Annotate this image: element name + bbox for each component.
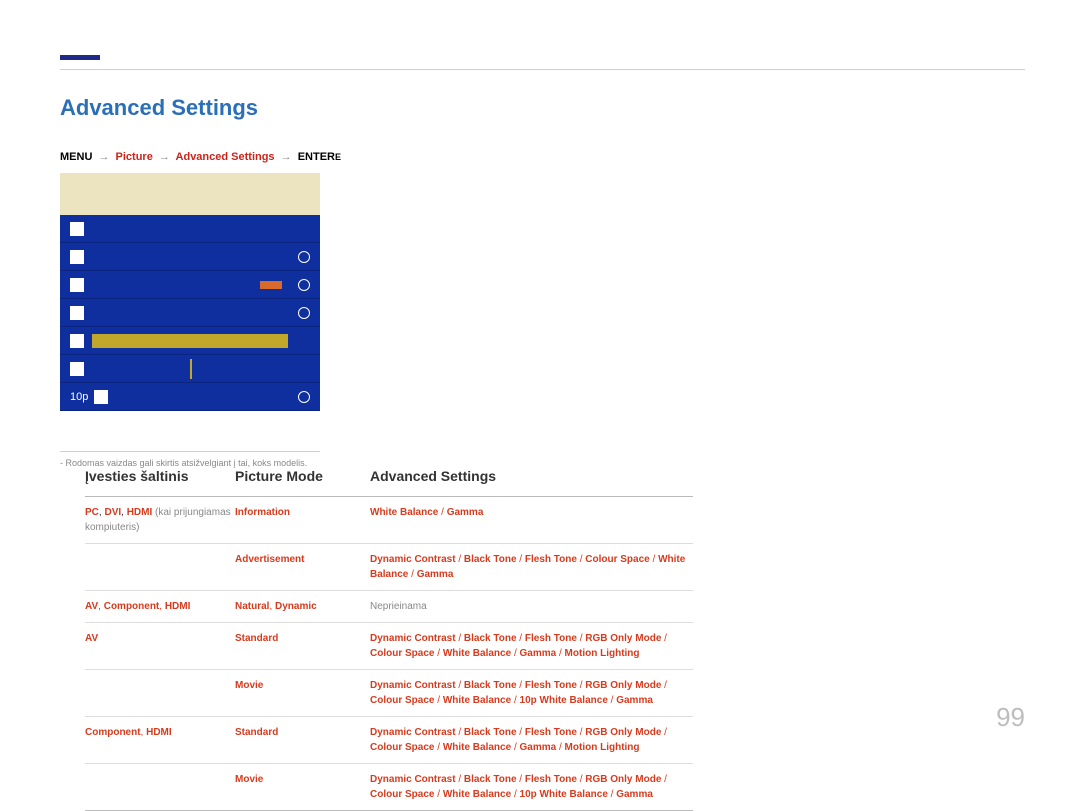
menu-icon — [70, 306, 84, 320]
cell-settings: Neprieinama — [370, 599, 693, 614]
menu-item-5[interactable] — [60, 327, 320, 355]
menu-item-1[interactable] — [60, 215, 320, 243]
table-body: PC, DVI, HDMI (kai prijungiamas kompiute… — [85, 497, 693, 811]
cell-mode: Movie — [235, 678, 370, 708]
cell-source: Component, HDMI — [85, 725, 235, 755]
footnote: - Rodomas vaizdas gali skirtis atsižvelg… — [60, 458, 395, 468]
cell-source — [85, 772, 235, 802]
table-row: MovieDynamic Contrast / Black Tone / Fle… — [85, 764, 693, 811]
page-number: 99 — [996, 702, 1025, 733]
cell-mode: Standard — [235, 631, 370, 661]
osd-menu: 10p — [60, 173, 320, 411]
cell-source: AV, Component, HDMI — [85, 599, 235, 614]
menu-item-2[interactable] — [60, 243, 320, 271]
bc-advanced: Advanced Settings — [176, 151, 275, 163]
bc-enter: ENTER — [298, 151, 335, 163]
header-accent — [60, 55, 100, 60]
radio-icon — [298, 251, 310, 263]
cell-settings: Dynamic Contrast / Black Tone / Flesh To… — [370, 772, 693, 802]
th-advanced: Advanced Settings — [370, 468, 693, 484]
menu-icon — [70, 334, 84, 348]
cell-source: PC, DVI, HDMI (kai prijungiamas kompiute… — [85, 505, 235, 535]
slider-bar — [92, 334, 288, 348]
cell-mode: Movie — [235, 772, 370, 802]
cell-settings: Dynamic Contrast / Black Tone / Flesh To… — [370, 678, 693, 708]
radio-icon — [298, 307, 310, 319]
th-source: Įvesties šaltinis — [85, 468, 235, 484]
bc-picture: Picture — [116, 151, 153, 163]
breadcrumb: MENU → Picture → Advanced Settings → ENT… — [60, 151, 395, 163]
menu-icon — [70, 222, 84, 236]
cell-settings: Dynamic Contrast / Black Tone / Flesh To… — [370, 631, 693, 661]
menu-icon — [70, 278, 84, 292]
cell-source: AV — [85, 631, 235, 661]
arrow-icon: → — [95, 151, 112, 163]
table-row: AdvertisementDynamic Contrast / Black To… — [85, 544, 693, 591]
right-column: Įvesties šaltinis Picture Mode Advanced … — [85, 468, 693, 811]
footnote-rule — [60, 451, 320, 452]
menu-item-7[interactable]: 10p — [60, 383, 320, 411]
radio-icon — [298, 391, 310, 403]
table-row: Component, HDMIStandardDynamic Contrast … — [85, 717, 693, 764]
table-row: PC, DVI, HDMI (kai prijungiamas kompiute… — [85, 497, 693, 544]
cell-mode: Natural, Dynamic — [235, 599, 370, 614]
page-title: Advanced Settings — [60, 95, 395, 121]
th-picture-mode: Picture Mode — [235, 468, 370, 484]
menu-icon — [70, 250, 84, 264]
menu-item-6[interactable] — [60, 355, 320, 383]
table-row: AVStandardDynamic Contrast / Black Tone … — [85, 623, 693, 670]
osd-header — [60, 173, 320, 215]
arrow-icon: → — [278, 151, 295, 163]
table-header-row: Įvesties šaltinis Picture Mode Advanced … — [85, 468, 693, 497]
enter-icon: E — [335, 152, 341, 162]
menu-icon — [94, 390, 108, 404]
left-column: Advanced Settings MENU → Picture → Advan… — [60, 95, 395, 468]
cell-source — [85, 552, 235, 582]
cell-mode: Information — [235, 505, 370, 535]
cell-mode: Advertisement — [235, 552, 370, 582]
menu-item-4[interactable] — [60, 299, 320, 327]
cell-settings: White Balance / Gamma — [370, 505, 693, 535]
menu-icon — [70, 362, 84, 376]
marker-icon — [190, 359, 192, 379]
header-rule — [60, 69, 1025, 70]
cell-settings: Dynamic Contrast / Black Tone / Flesh To… — [370, 552, 693, 582]
cell-settings: Dynamic Contrast / Black Tone / Flesh To… — [370, 725, 693, 755]
bc-menu: MENU — [60, 151, 92, 163]
radio-icon — [298, 279, 310, 291]
cell-mode: Standard — [235, 725, 370, 755]
menu-item-3[interactable] — [60, 271, 320, 299]
menu-label: 10p — [70, 383, 88, 411]
slider-icon — [260, 281, 282, 289]
table-row: AV, Component, HDMINatural, DynamicNepri… — [85, 591, 693, 623]
cell-source — [85, 678, 235, 708]
arrow-icon: → — [156, 151, 173, 163]
table-row: MovieDynamic Contrast / Black Tone / Fle… — [85, 670, 693, 717]
